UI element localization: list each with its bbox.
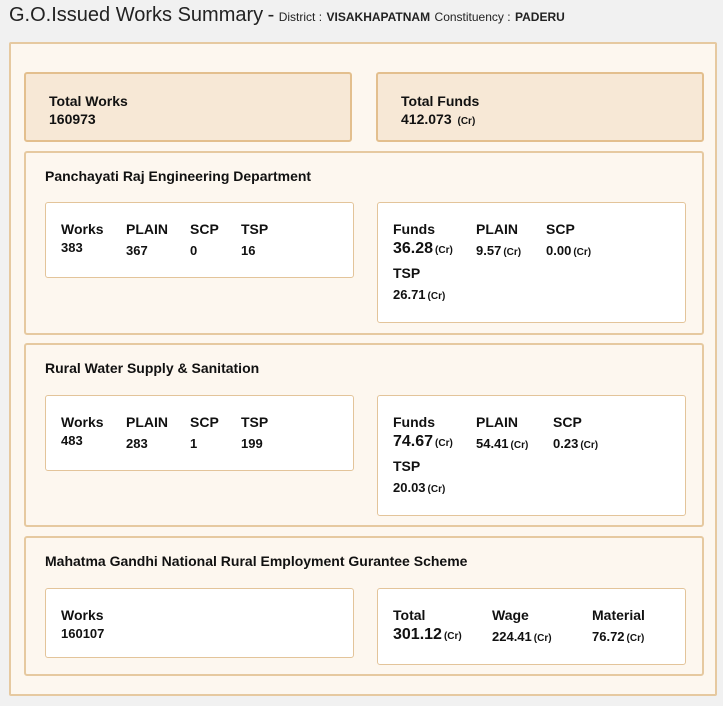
plain-works-cell: PLAIN 283: [126, 413, 168, 453]
department-name: Rural Water Supply & Sanitation: [45, 360, 260, 376]
department-name: Panchayati Raj Engineering Department: [45, 168, 312, 184]
works-value: 160107: [61, 626, 105, 641]
plain-funds-cell: PLAIN 9.57 (Cr): [476, 220, 521, 262]
total-cell: Total 301.12 (Cr): [393, 606, 462, 646]
wage-cell: Wage 224.41 (Cr): [492, 606, 552, 648]
tsp-funds-cell: TSP 20.03 (Cr): [393, 457, 445, 499]
tsp-unit: (Cr): [427, 484, 446, 495]
plain-unit: (Cr): [503, 247, 522, 258]
tsp-label: TSP: [393, 458, 421, 474]
funds-label: Funds: [393, 414, 435, 430]
tsp-label: TSP: [241, 221, 269, 237]
scp-value: 0.00: [546, 243, 572, 258]
total-funds-unit: (Cr): [457, 116, 476, 127]
works-label: Works: [61, 221, 104, 237]
scp-unit: (Cr): [573, 247, 592, 258]
plain-value: 54.41: [476, 436, 509, 451]
constituency-value: PADERU: [515, 10, 565, 24]
scp-label: SCP: [553, 414, 582, 430]
total-funds-value: 412.073: [401, 111, 452, 127]
wage-value: 224.41: [492, 629, 532, 644]
funds-card: Funds 74.67 (Cr) PLAIN 54.41 (Cr) SCP 0.23…: [377, 395, 686, 516]
tsp-funds-cell: TSP 26.71 (Cr): [393, 264, 445, 306]
scp-funds-cell: SCP 0.23 (Cr): [553, 413, 598, 455]
scp-works-cell: SCP 1: [190, 413, 219, 453]
works-card: Works 483 PLAIN 283 SCP 1 TSP 199: [45, 395, 354, 471]
summary-panel: Total Works 160973 Total Funds 412.073 (…: [9, 42, 717, 696]
tsp-label: TSP: [241, 414, 269, 430]
works-card: Works 160107: [45, 588, 354, 658]
total-funds-label: Total Funds: [401, 93, 480, 109]
scp-label: SCP: [546, 221, 575, 237]
total-works-box: Total Works 160973: [24, 72, 352, 142]
tsp-works-cell: TSP 199: [241, 413, 268, 453]
total-unit: (Cr): [443, 631, 462, 642]
funds-cell: Funds 74.67 (Cr): [393, 413, 453, 453]
funds-card: Total 301.12 (Cr) Wage 224.41 (Cr) Materia…: [377, 588, 686, 665]
plain-funds-cell: PLAIN 54.41 (Cr): [476, 413, 528, 455]
scp-label: SCP: [190, 221, 219, 237]
district-value: VISAKHAPATNAM: [326, 10, 431, 24]
department-section-pred: Panchayati Raj Engineering Department Wo…: [24, 151, 704, 335]
total-funds-box: Total Funds 412.073 (Cr): [376, 72, 704, 142]
wage-unit: (Cr): [533, 633, 552, 644]
works-label: Works: [61, 414, 104, 430]
material-unit: (Cr): [626, 633, 645, 644]
plain-label: PLAIN: [126, 221, 168, 237]
total-value: 301.12: [393, 626, 442, 643]
material-value: 76.72: [592, 629, 625, 644]
wage-label: Wage: [492, 607, 529, 623]
works-value: 383: [61, 240, 83, 255]
tsp-unit: (Cr): [427, 291, 446, 302]
scp-funds-cell: SCP 0.00 (Cr): [546, 220, 591, 262]
scp-unit: (Cr): [580, 440, 599, 451]
funds-unit: (Cr): [435, 438, 453, 449]
plain-label: PLAIN: [476, 414, 518, 430]
department-name: Mahatma Gandhi National Rural Employment…: [45, 553, 468, 569]
works-card: Works 383 PLAIN 367 SCP 0 TSP 16: [45, 202, 354, 278]
plain-value: 367: [126, 243, 148, 258]
works-cell: Works 483: [61, 413, 104, 450]
department-section-mgnregs: Mahatma Gandhi National Rural Employment…: [24, 536, 704, 676]
constituency-label: Constituency :: [434, 10, 511, 24]
funds-card: Funds 36.28 (Cr) PLAIN 9.57 (Cr) SCP 0.00(…: [377, 202, 686, 323]
tsp-works-cell: TSP 16: [241, 220, 268, 260]
works-value: 483: [61, 433, 83, 448]
funds-cell: Funds 36.28 (Cr): [393, 220, 453, 260]
district-label: District :: [278, 10, 323, 24]
plain-unit: (Cr): [510, 440, 529, 451]
plain-label: PLAIN: [126, 414, 168, 430]
funds-label: Funds: [393, 221, 435, 237]
tsp-value: 16: [241, 243, 256, 258]
total-label: Total: [393, 607, 426, 623]
plain-value: 9.57: [476, 243, 502, 258]
plain-works-cell: PLAIN 367: [126, 220, 168, 260]
plain-value: 283: [126, 436, 148, 451]
funds-value: 74.67: [393, 433, 434, 450]
title-separator: -: [267, 4, 275, 26]
funds-unit: (Cr): [435, 245, 453, 256]
scp-label: SCP: [190, 414, 219, 430]
material-label: Material: [592, 607, 645, 623]
page-title: G.O.Issued Works Summary: [9, 4, 264, 26]
scp-works-cell: SCP 0: [190, 220, 219, 260]
tsp-value: 199: [241, 436, 263, 451]
scp-value: 1: [190, 436, 198, 451]
works-cell: Works 383: [61, 220, 104, 257]
funds-value: 36.28: [393, 240, 434, 257]
works-label: Works: [61, 607, 104, 623]
page-header: G.O.Issued Works Summary - District : VI…: [9, 4, 565, 27]
tsp-value: 26.71: [393, 287, 426, 302]
tsp-value: 20.03: [393, 480, 426, 495]
works-cell: Works 160107: [61, 606, 104, 643]
department-section-rwss: Rural Water Supply & Sanitation Works 48…: [24, 343, 704, 527]
plain-label: PLAIN: [476, 221, 518, 237]
scp-value: 0.23: [553, 436, 579, 451]
total-works-label: Total Works: [49, 93, 128, 109]
total-works-value: 160973: [49, 111, 96, 127]
material-cell: Material 76.72 (Cr): [592, 606, 645, 648]
scp-value: 0: [190, 243, 198, 258]
tsp-label: TSP: [393, 265, 421, 281]
